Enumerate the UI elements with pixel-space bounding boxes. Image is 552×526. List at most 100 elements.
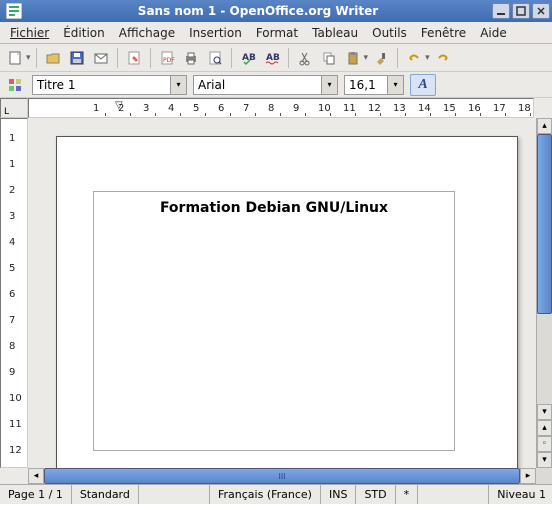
horizontal-ruler[interactable]: ▽ 123456789101112131415161718 xyxy=(28,98,534,118)
menu-insertion[interactable]: Insertion xyxy=(183,24,248,42)
ruler-number: 4 xyxy=(168,103,174,114)
ruler-number: 7 xyxy=(243,103,249,114)
menu-outils[interactable]: Outils xyxy=(366,24,413,42)
document-canvas[interactable]: Formation Debian GNU/Linux xyxy=(28,118,536,468)
vscroll-thumb[interactable] xyxy=(537,134,552,314)
window-title: Sans nom 1 - OpenOffice.org Writer xyxy=(26,4,490,18)
ruler-number: 2 xyxy=(9,185,15,196)
work-area: 112345678910111213 Formation Debian GNU/… xyxy=(0,118,552,468)
status-style[interactable]: Standard xyxy=(72,485,139,504)
spellcheck-button[interactable]: ABC xyxy=(237,47,259,69)
vscroll-track[interactable] xyxy=(537,314,552,404)
ruler-number: 12 xyxy=(368,103,381,114)
font-name-combo[interactable]: Arial ▾ xyxy=(193,75,338,95)
scroll-up-button[interactable]: ▴ xyxy=(537,118,552,134)
vertical-ruler[interactable]: 112345678910111213 xyxy=(0,118,28,468)
scroll-corner xyxy=(536,468,552,484)
font-size-value: 16,1 xyxy=(345,78,387,92)
ruler-number: 18 xyxy=(518,103,531,114)
ruler-number: 5 xyxy=(193,103,199,114)
ruler-number: 3 xyxy=(143,103,149,114)
status-modified[interactable]: * xyxy=(396,485,419,504)
svg-text:ABC: ABC xyxy=(266,53,280,63)
menu-aide[interactable]: Aide xyxy=(474,24,513,42)
styles-window-button[interactable] xyxy=(4,74,26,96)
vertical-scrollbar[interactable]: ▴ ▾ ▴ ◦ ▾ xyxy=(536,118,552,468)
scroll-down-button[interactable]: ▾ xyxy=(537,404,552,420)
nav-button[interactable]: ◦ xyxy=(537,436,552,452)
paragraph-style-combo[interactable]: Titre 1 ▾ xyxy=(32,75,187,95)
scroll-right-button[interactable]: ▸ xyxy=(520,468,536,484)
hscroll-thumb[interactable]: III xyxy=(44,468,520,484)
app-icon xyxy=(6,3,22,19)
title-bar: Sans nom 1 - OpenOffice.org Writer xyxy=(0,0,552,22)
ruler-corner[interactable]: L xyxy=(0,98,28,118)
chevron-down-icon[interactable]: ▾ xyxy=(387,76,403,94)
status-selection-mode[interactable]: STD xyxy=(356,485,395,504)
ruler-number: 1 xyxy=(9,133,15,144)
ruler-number: 1 xyxy=(9,159,15,170)
status-language[interactable]: Français (France) xyxy=(210,485,321,504)
separator xyxy=(36,48,37,68)
status-outline-level[interactable]: Niveau 1 xyxy=(489,485,552,504)
open-button[interactable] xyxy=(42,47,64,69)
ruler-number: 6 xyxy=(9,289,15,300)
new-button[interactable] xyxy=(4,47,26,69)
email-button[interactable] xyxy=(90,47,112,69)
scroll-left-button[interactable]: ◂ xyxy=(28,468,44,484)
prev-page-button[interactable]: ▴ xyxy=(537,420,552,436)
separator xyxy=(231,48,232,68)
new-dropdown-icon[interactable]: ▾ xyxy=(26,53,31,63)
undo-button[interactable] xyxy=(403,47,425,69)
next-page-button[interactable]: ▾ xyxy=(537,452,552,468)
status-page[interactable]: Page 1 / 1 xyxy=(0,485,72,504)
ruler-number: 3 xyxy=(9,211,15,222)
status-blank xyxy=(418,485,489,504)
separator xyxy=(150,48,151,68)
highlight-color-button[interactable]: A xyxy=(410,74,436,96)
format-paintbrush-button[interactable] xyxy=(370,47,392,69)
undo-dropdown-icon[interactable]: ▾ xyxy=(425,53,430,63)
ruler-number: 15 xyxy=(443,103,456,114)
print-button[interactable] xyxy=(180,47,202,69)
ruler-number: 8 xyxy=(268,103,274,114)
menu-format[interactable]: Format xyxy=(250,24,304,42)
minimize-button[interactable] xyxy=(492,3,510,19)
paste-button[interactable] xyxy=(342,47,364,69)
save-button[interactable] xyxy=(66,47,88,69)
autospell-button[interactable]: ABC xyxy=(261,47,283,69)
pdf-button[interactable]: PDF xyxy=(156,47,178,69)
menu-edition[interactable]: Édition xyxy=(57,24,111,42)
ruler-number: 2 xyxy=(118,103,124,114)
ruler-number: 16 xyxy=(468,103,481,114)
ruler-row: L ▽ 123456789101112131415161718 xyxy=(0,98,552,118)
redo-button[interactable] xyxy=(432,47,454,69)
menu-fenetre[interactable]: Fenêtre xyxy=(415,24,472,42)
copy-button[interactable] xyxy=(318,47,340,69)
ruler-number: 9 xyxy=(293,103,299,114)
menu-tableau[interactable]: Tableau xyxy=(306,24,364,42)
ruler-number: 11 xyxy=(343,103,356,114)
ruler-number: 14 xyxy=(418,103,431,114)
font-size-combo[interactable]: 16,1 ▾ xyxy=(344,75,404,95)
chevron-down-icon[interactable]: ▾ xyxy=(321,76,337,94)
preview-button[interactable] xyxy=(204,47,226,69)
text-frame[interactable]: Formation Debian GNU/Linux xyxy=(93,191,455,451)
ruler-number: 8 xyxy=(9,341,15,352)
close-button[interactable] xyxy=(532,3,550,19)
paste-dropdown-icon[interactable]: ▾ xyxy=(364,53,369,63)
page[interactable]: Formation Debian GNU/Linux xyxy=(56,136,518,468)
cut-button[interactable] xyxy=(294,47,316,69)
chevron-down-icon[interactable]: ▾ xyxy=(170,76,186,94)
menu-affichage[interactable]: Affichage xyxy=(113,24,181,42)
horizontal-scrollbar[interactable]: ◂ III ▸ xyxy=(28,468,536,484)
edit-file-button[interactable] xyxy=(123,47,145,69)
document-heading[interactable]: Formation Debian GNU/Linux xyxy=(94,200,454,216)
maximize-button[interactable] xyxy=(512,3,530,19)
menu-fichier[interactable]: Fichier xyxy=(4,24,55,42)
hscroll-row: ◂ III ▸ xyxy=(0,468,552,484)
paragraph-style-value: Titre 1 xyxy=(33,78,170,92)
ruler-number: 10 xyxy=(9,393,22,404)
font-name-value: Arial xyxy=(194,78,321,92)
status-insert-mode[interactable]: INS xyxy=(321,485,356,504)
